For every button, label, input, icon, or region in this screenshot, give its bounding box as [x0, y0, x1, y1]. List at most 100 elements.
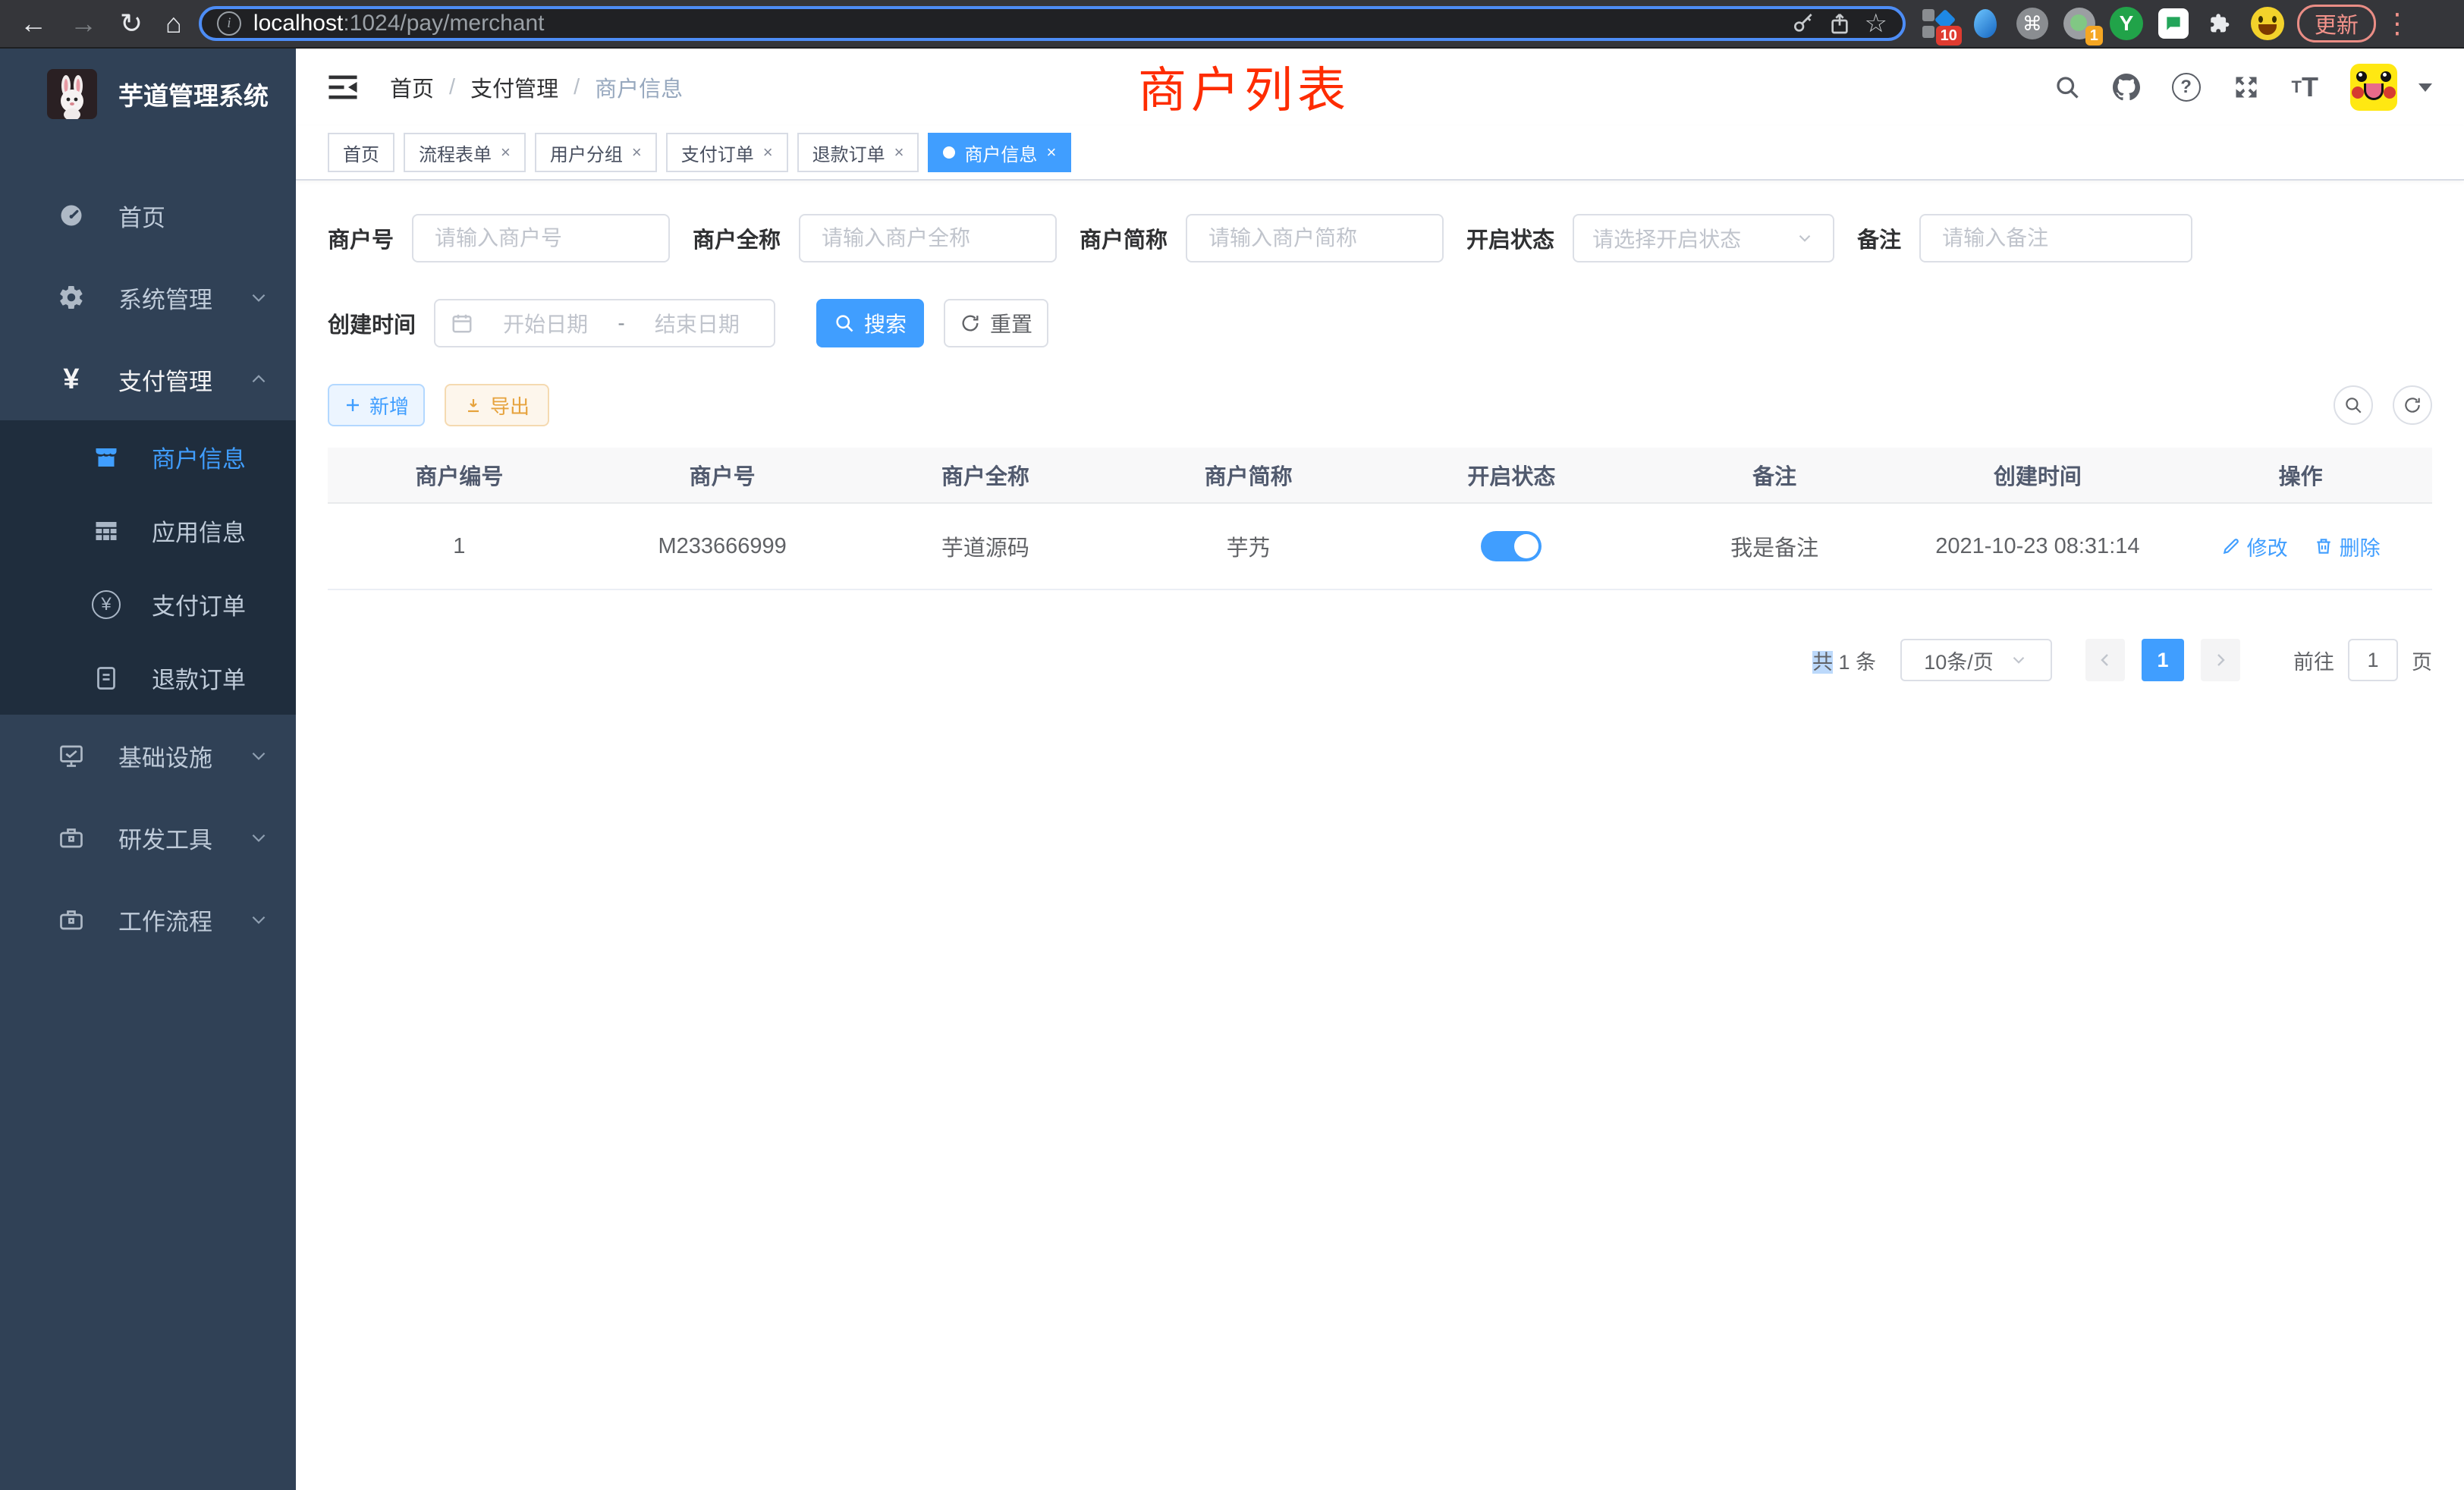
full-name-input[interactable] [799, 214, 1057, 262]
date-range-picker[interactable]: 开始日期 - 结束日期 [434, 299, 775, 347]
share-icon[interactable] [1828, 11, 1852, 36]
breadcrumb-current: 商户信息 [595, 71, 683, 103]
sidebar-item-refund-order[interactable]: 退款订单 [0, 641, 296, 715]
remark-input[interactable] [1919, 214, 2192, 262]
logo-image [47, 69, 97, 119]
edit-link[interactable]: 修改 [2221, 532, 2288, 561]
close-icon[interactable]: × [763, 143, 773, 162]
forward-icon[interactable]: → [70, 10, 97, 37]
breadcrumb-home[interactable]: 首页 [390, 71, 434, 103]
pagination-total: 共 1 条 [1812, 646, 1876, 675]
extension-badge: 1 [2085, 26, 2103, 46]
tab-merchant-info[interactable]: 商户信息× [928, 133, 1071, 172]
extension-session-icon[interactable]: 1 [2062, 6, 2097, 41]
url-text[interactable]: localhost:1024/pay/merchant [253, 11, 1780, 36]
sidebar-item-pay[interactable]: ¥ 支付管理 [0, 338, 296, 420]
short-name-input[interactable] [1186, 214, 1444, 262]
delete-link[interactable]: 删除 [2314, 532, 2381, 561]
status-toggle-on[interactable] [1481, 531, 1542, 561]
field-label: 商户号 [328, 222, 394, 254]
tab-home[interactable]: 首页 [328, 133, 394, 172]
sidebar-item-system[interactable]: 系统管理 [0, 256, 296, 338]
tab-user-group[interactable]: 用户分组× [535, 133, 657, 172]
sidebar-item-merchant-info[interactable]: 商户信息 [0, 420, 296, 494]
browser-update-button[interactable]: 更新 [2297, 5, 2376, 42]
current-page-button[interactable]: 1 [2142, 639, 2184, 681]
sidebar-logo[interactable]: 芋道管理系统 [0, 56, 296, 132]
date-end-placeholder[interactable]: 结束日期 [636, 308, 759, 338]
url-host: localhost [253, 11, 343, 36]
back-icon[interactable]: ← [20, 10, 47, 37]
add-button[interactable]: 新增 [328, 384, 425, 426]
briefcase-icon [55, 906, 88, 933]
export-button[interactable]: 导出 [445, 384, 549, 426]
close-icon[interactable]: × [501, 143, 511, 162]
browser-toolbar: ← → ↻ ⌂ i localhost:1024/pay/merchant ☆ … [0, 0, 2464, 49]
bookmark-star-icon[interactable]: ☆ [1864, 11, 1887, 36]
sidebar-item-infra[interactable]: 基础设施 [0, 715, 296, 797]
cell-merchant-no: M233666999 [591, 534, 854, 559]
sidebar-item-app-info[interactable]: 应用信息 [0, 494, 296, 567]
reload-icon[interactable]: ↻ [120, 10, 143, 37]
browser-profile-avatar[interactable] [2250, 6, 2285, 41]
sidebar-item-pay-order[interactable]: ¥ 支付订单 [0, 567, 296, 641]
hide-search-icon[interactable] [2334, 385, 2373, 425]
filter-row-1: 商户号 商户全称 商户简称 开启状态 请选择开启状态 [328, 214, 2432, 262]
collapse-sidebar-icon[interactable] [328, 74, 358, 100]
search-button[interactable]: 搜索 [816, 299, 924, 347]
search-icon[interactable] [2054, 74, 2081, 101]
toolbox-icon [55, 824, 88, 851]
extension-badge: 10 [1936, 26, 1962, 46]
chevron-down-icon [249, 828, 269, 847]
tab-pay-order[interactable]: 支付订单× [666, 133, 788, 172]
tab-refund-order[interactable]: 退款订单× [797, 133, 919, 172]
breadcrumb-pay[interactable]: 支付管理 [470, 71, 558, 103]
status-select[interactable]: 请选择开启状态 [1573, 214, 1834, 262]
extension-balloon-icon[interactable] [1968, 6, 2003, 41]
sidebar-item-workflow[interactable]: 工作流程 [0, 879, 296, 960]
close-icon[interactable]: × [632, 143, 642, 162]
cell-full-name: 芋道源码 [854, 530, 1117, 562]
browser-menu-icon[interactable]: ⋮ [2384, 10, 2415, 37]
site-info-icon[interactable]: i [217, 11, 241, 36]
table-toolbar: 新增 导出 [328, 384, 2432, 426]
user-avatar[interactable] [2350, 64, 2397, 111]
github-icon[interactable] [2113, 74, 2140, 101]
chevron-up-icon [249, 369, 269, 389]
cell-create-time: 2021-10-23 08:31:14 [1906, 534, 2170, 559]
column-header: 商户号 [591, 459, 854, 491]
close-icon[interactable]: × [894, 143, 904, 162]
sidebar-item-home[interactable]: 首页 [0, 174, 296, 256]
password-key-icon[interactable] [1791, 11, 1815, 36]
merchant-no-input[interactable] [412, 214, 670, 262]
help-icon[interactable]: ? [2172, 73, 2201, 102]
filter-create-time: 创建时间 开始日期 - 结束日期 [328, 299, 775, 347]
fullscreen-icon[interactable] [2233, 74, 2260, 101]
refresh-icon[interactable] [2393, 385, 2432, 425]
extension-chat-icon[interactable] [2156, 6, 2191, 41]
sidebar-item-dev-tools[interactable]: 研发工具 [0, 797, 296, 879]
close-icon[interactable]: × [1046, 143, 1056, 162]
font-size-icon[interactable]: TT [2292, 74, 2318, 101]
filter-full-name: 商户全称 [693, 214, 1057, 262]
extensions-puzzle-icon[interactable] [2203, 6, 2238, 41]
extension-command-icon[interactable]: ⌘ [2015, 6, 2050, 41]
active-dot [943, 146, 955, 159]
tab-process-form[interactable]: 流程表单× [404, 133, 526, 172]
extension-pin-icon[interactable]: 10 [1921, 6, 1956, 41]
next-page-button[interactable] [2201, 639, 2240, 681]
reset-button[interactable]: 重置 [944, 299, 1048, 347]
goto-page-input[interactable] [2348, 639, 2398, 681]
breadcrumb: 首页 / 支付管理 / 商户信息 [390, 71, 683, 103]
avatar-caret-down-icon[interactable] [2418, 83, 2432, 92]
breadcrumb-separator: / [449, 75, 455, 100]
pagination: 共 1 条 10条/页 1 前往 页 [328, 639, 2432, 681]
date-start-placeholder[interactable]: 开始日期 [484, 308, 607, 338]
prev-page-button[interactable] [2085, 639, 2125, 681]
page-size-select[interactable]: 10条/页 [1900, 639, 2052, 681]
yen-icon: ¥ [55, 365, 88, 394]
url-bar[interactable]: i localhost:1024/pay/merchant ☆ [199, 6, 1906, 41]
home-icon[interactable]: ⌂ [165, 10, 182, 37]
extension-green-icon[interactable]: Y [2109, 6, 2144, 41]
chevron-down-icon [249, 746, 269, 765]
